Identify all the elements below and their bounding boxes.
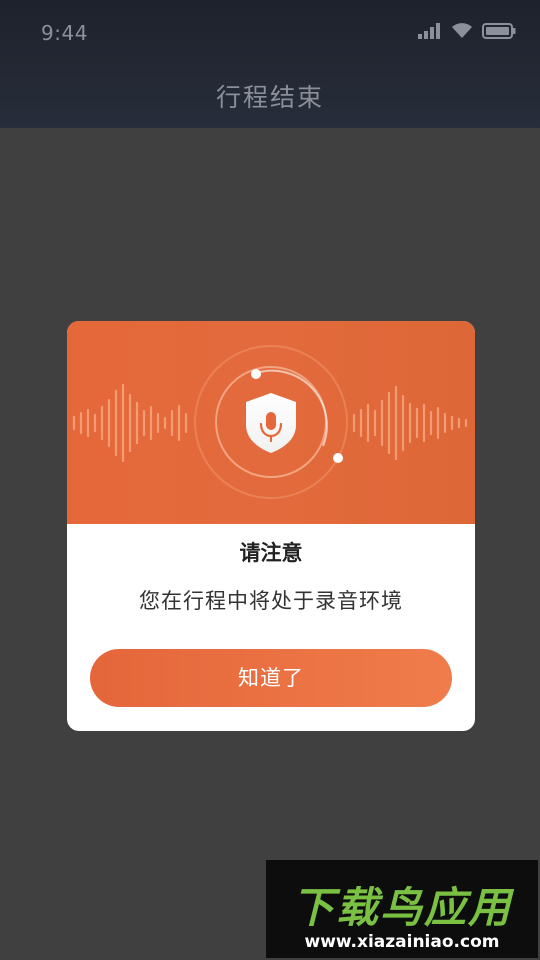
recording-notice-dialog: 请注意 您在行程中将处于录音环境 知道了 — [67, 321, 475, 731]
signal-icon — [418, 22, 442, 43]
page-title: 行程结束 — [215, 83, 324, 112]
status-icons — [418, 22, 516, 43]
dialog-title: 请注意 — [239, 541, 303, 565]
dialog-illustration — [67, 321, 475, 524]
dialog-message: 您在行程中将处于录音环境 — [139, 589, 403, 613]
watermark-brand: 下载鸟应用 — [291, 883, 512, 932]
status-time: 9:44 — [41, 21, 88, 45]
battery-icon — [482, 22, 516, 43]
watermark: 下载鸟应用 www.xiazainiao.com — [266, 860, 538, 958]
sound-wave-illustration — [72, 345, 468, 499]
watermark-url: www.xiazainiao.com — [304, 932, 500, 952]
app-bar: 9:44 行程结束 — [0, 0, 540, 128]
shield-mic-icon — [246, 393, 296, 453]
wifi-icon — [451, 22, 473, 43]
got-it-button[interactable]: 知道了 — [90, 649, 452, 707]
